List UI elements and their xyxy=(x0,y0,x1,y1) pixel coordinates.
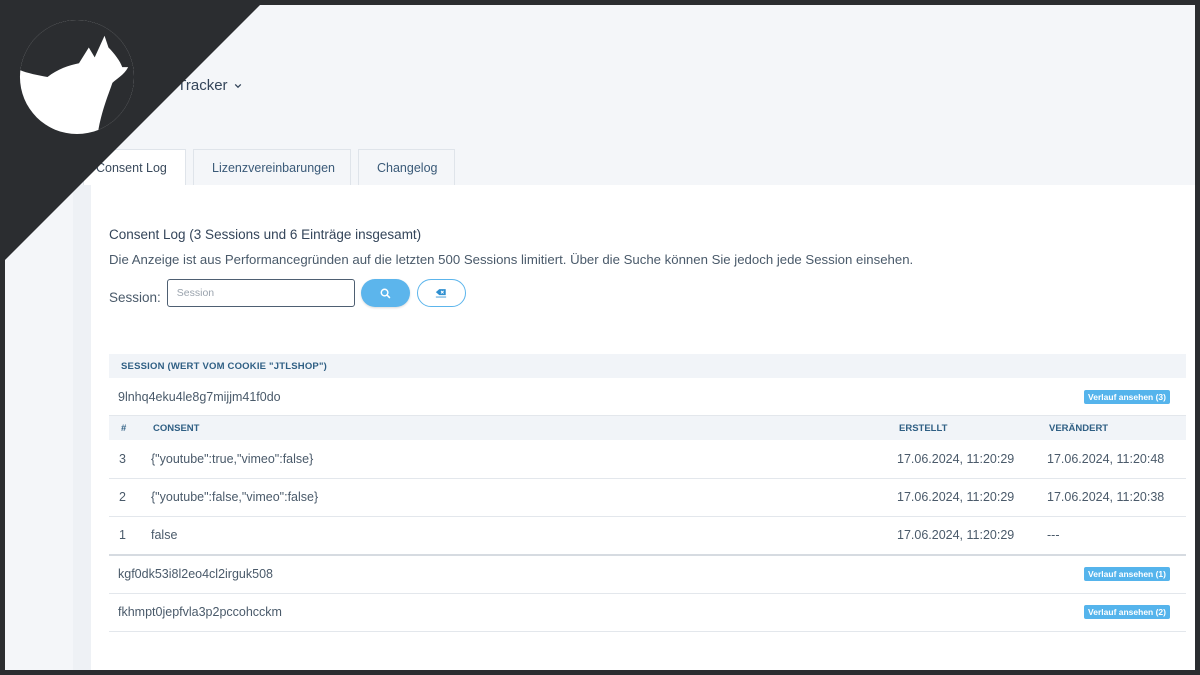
session-table: SESSION (WERT VOM COOKIE "JTLSHOP") 9lnh… xyxy=(109,354,1186,632)
entry-consent: false xyxy=(151,528,178,543)
session-row: 9lnhq4eku4le8g7mijjm41f0do Verlauf anseh… xyxy=(109,378,1186,416)
entry-num: 1 xyxy=(119,528,126,543)
session-search-input[interactable] xyxy=(166,279,355,307)
history-button[interactable]: Verlauf ansehen (2) xyxy=(1084,605,1170,619)
entry-row: 2 {"youtube":false,"vimeo":false} 17.06.… xyxy=(109,479,1186,517)
search-icon xyxy=(380,288,391,298)
session-column-header: SESSION (WERT VOM COOKIE "JTLSHOP") xyxy=(109,354,1186,378)
entry-row: 3 {"youtube":true,"vimeo":false} 17.06.2… xyxy=(109,440,1186,479)
wolf-logo-icon xyxy=(19,19,135,135)
entry-num: 2 xyxy=(119,490,126,505)
header-changed: VERÄNDERT xyxy=(1049,422,1109,434)
entry-changed: --- xyxy=(1047,528,1060,543)
entries-header: # CONSENT ERSTELLT VERÄNDERT xyxy=(109,416,1186,440)
entry-changed: 17.06.2024, 11:20:38 xyxy=(1047,490,1165,505)
search-button[interactable] xyxy=(360,279,410,307)
history-button[interactable]: Verlauf ansehen (3) xyxy=(1084,389,1170,404)
entry-changed: 17.06.2024, 11:20:48 xyxy=(1047,451,1165,466)
header-created: ERSTELLT xyxy=(899,422,948,434)
session-id: kgf0dk53i8l2eo4cl2irguk508 xyxy=(118,567,273,581)
entry-row: 1 false 17.06.2024, 11:20:29 --- xyxy=(109,517,1186,556)
entry-consent: {"youtube":true,"vimeo":false} xyxy=(151,451,314,466)
header-num: # xyxy=(121,422,127,434)
session-row: kgf0dk53i8l2eo4cl2irguk508 Verlauf anseh… xyxy=(109,556,1186,594)
session-row: fkhmpt0jepfvla3p2pccohcckm Verlauf anseh… xyxy=(109,594,1186,632)
entry-num: 3 xyxy=(119,451,126,466)
clear-search-button[interactable] xyxy=(416,279,466,307)
tab-changelog[interactable]: Changelog xyxy=(358,149,455,185)
session-id: 9lnhq4eku4le8g7mijjm41f0do xyxy=(118,389,281,404)
entry-consent: {"youtube":false,"vimeo":false} xyxy=(151,490,319,505)
entry-created: 17.06.2024, 11:20:29 xyxy=(897,451,1015,466)
entry-created: 17.06.2024, 11:20:29 xyxy=(897,528,1015,543)
header-consent: CONSENT xyxy=(153,422,200,434)
session-id: fkhmpt0jepfvla3p2pccohcckm xyxy=(118,605,282,619)
entry-created: 17.06.2024, 11:20:29 xyxy=(897,490,1015,505)
history-button[interactable]: Verlauf ansehen (1) xyxy=(1084,567,1170,581)
search-label: Session: xyxy=(109,289,161,305)
session-search: Session: xyxy=(109,279,466,307)
eraser-icon xyxy=(436,289,447,298)
